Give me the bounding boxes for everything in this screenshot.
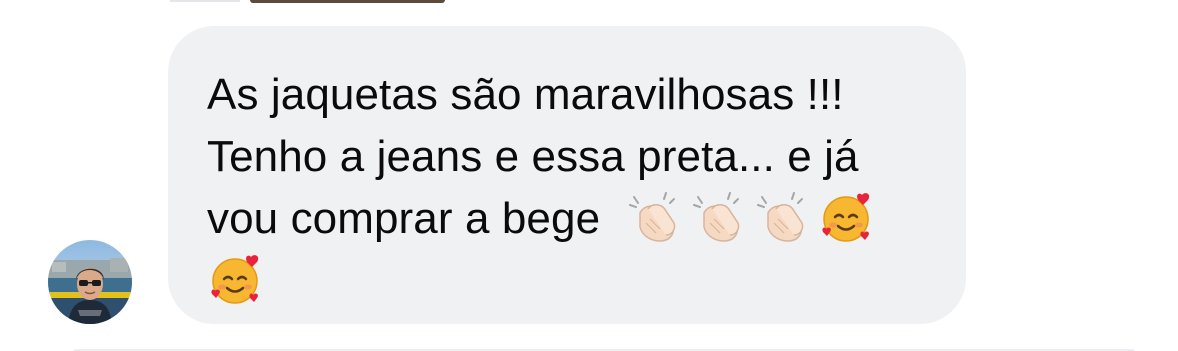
message-text: As jaquetas são maravilhosas !!! Tenho a…	[207, 64, 927, 312]
message-line-2: Tenho a jeans e essa preta... e já	[207, 132, 859, 181]
chat-thread: As jaquetas são maravilhosas !!! Tenho a…	[0, 0, 1178, 351]
message-bubble[interactable]: As jaquetas são maravilhosas !!! Tenho a…	[168, 26, 966, 324]
clapping-hands-emoji	[754, 189, 810, 245]
clapping-hands-emoji	[690, 189, 746, 245]
message-line-3: vou comprar a bege	[207, 194, 601, 243]
previous-media-edge[interactable]	[250, 0, 445, 3]
smiling-face-with-hearts-emoji	[207, 251, 263, 307]
clapping-hands-emoji	[626, 189, 682, 245]
avatar-photo	[48, 240, 132, 324]
avatar[interactable]	[48, 240, 132, 324]
smiling-face-with-hearts-emoji	[818, 189, 874, 245]
previous-message-edge	[170, 0, 240, 2]
message-line-1: As jaquetas são maravilhosas !!!	[207, 70, 844, 119]
